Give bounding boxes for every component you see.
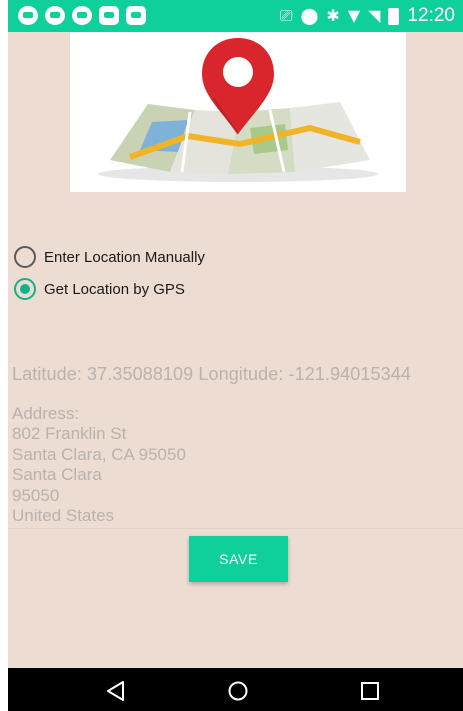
address-heading: Address: xyxy=(12,404,80,423)
address-line: United States xyxy=(12,506,115,526)
address-line: Santa Clara, CA 95050 xyxy=(12,444,186,464)
status-bar: ⎚ ⬤ ✱ ▼ ◥ 12:20 xyxy=(8,0,463,32)
back-icon[interactable] xyxy=(101,676,131,706)
radio-label-manual: Enter Location Manually xyxy=(44,248,205,266)
app-notification-icon xyxy=(18,6,38,25)
home-icon[interactable] xyxy=(223,676,253,706)
address-line: 95050 xyxy=(12,485,60,505)
radio-enter-location-manually[interactable]: Enter Location Manually xyxy=(14,246,205,268)
briefcase-icon xyxy=(99,6,119,25)
save-button[interactable]: SAVE xyxy=(189,536,288,582)
navigation-bar xyxy=(8,668,463,711)
address-block: Address: 802 Franklin St Santa Clara, CA… xyxy=(12,404,186,526)
signal-icon: ◥ xyxy=(368,6,381,25)
map-pin-icon xyxy=(98,38,378,182)
coordinates-text: Latitude: 37.35088109 Longitude: -121.94… xyxy=(12,364,411,384)
notification-icons xyxy=(18,6,146,25)
radio-label-gps: Get Location by GPS xyxy=(44,280,185,298)
system-icons: ⎚ ⬤ ✱ ▼ ◥ 12:20 xyxy=(280,5,455,27)
app-notification-icon xyxy=(45,6,65,25)
address-line: Santa Clara xyxy=(12,465,102,485)
app-screen: ⎚ ⬤ ✱ ▼ ◥ 12:20 Enter Location Manually … xyxy=(8,0,463,711)
radio-get-location-by-gps[interactable]: Get Location by GPS xyxy=(14,278,185,300)
cast-icon: ⎚ xyxy=(279,6,293,25)
bluetooth-icon: ✱ xyxy=(326,6,340,25)
address-line: 802 Franklin St xyxy=(12,424,127,444)
radio-button-checked[interactable] xyxy=(14,278,36,300)
briefcase-check-icon xyxy=(126,6,146,25)
map-illustration xyxy=(70,32,406,192)
divider xyxy=(8,528,463,529)
app-notification-icon xyxy=(72,6,92,25)
location-pin-icon: ⬤ xyxy=(300,6,319,25)
battery-icon xyxy=(388,7,400,25)
status-time: 12:20 xyxy=(407,5,455,26)
recents-icon[interactable] xyxy=(355,676,385,706)
wifi-icon: ▼ xyxy=(347,6,361,25)
radio-button-unchecked[interactable] xyxy=(14,246,36,268)
